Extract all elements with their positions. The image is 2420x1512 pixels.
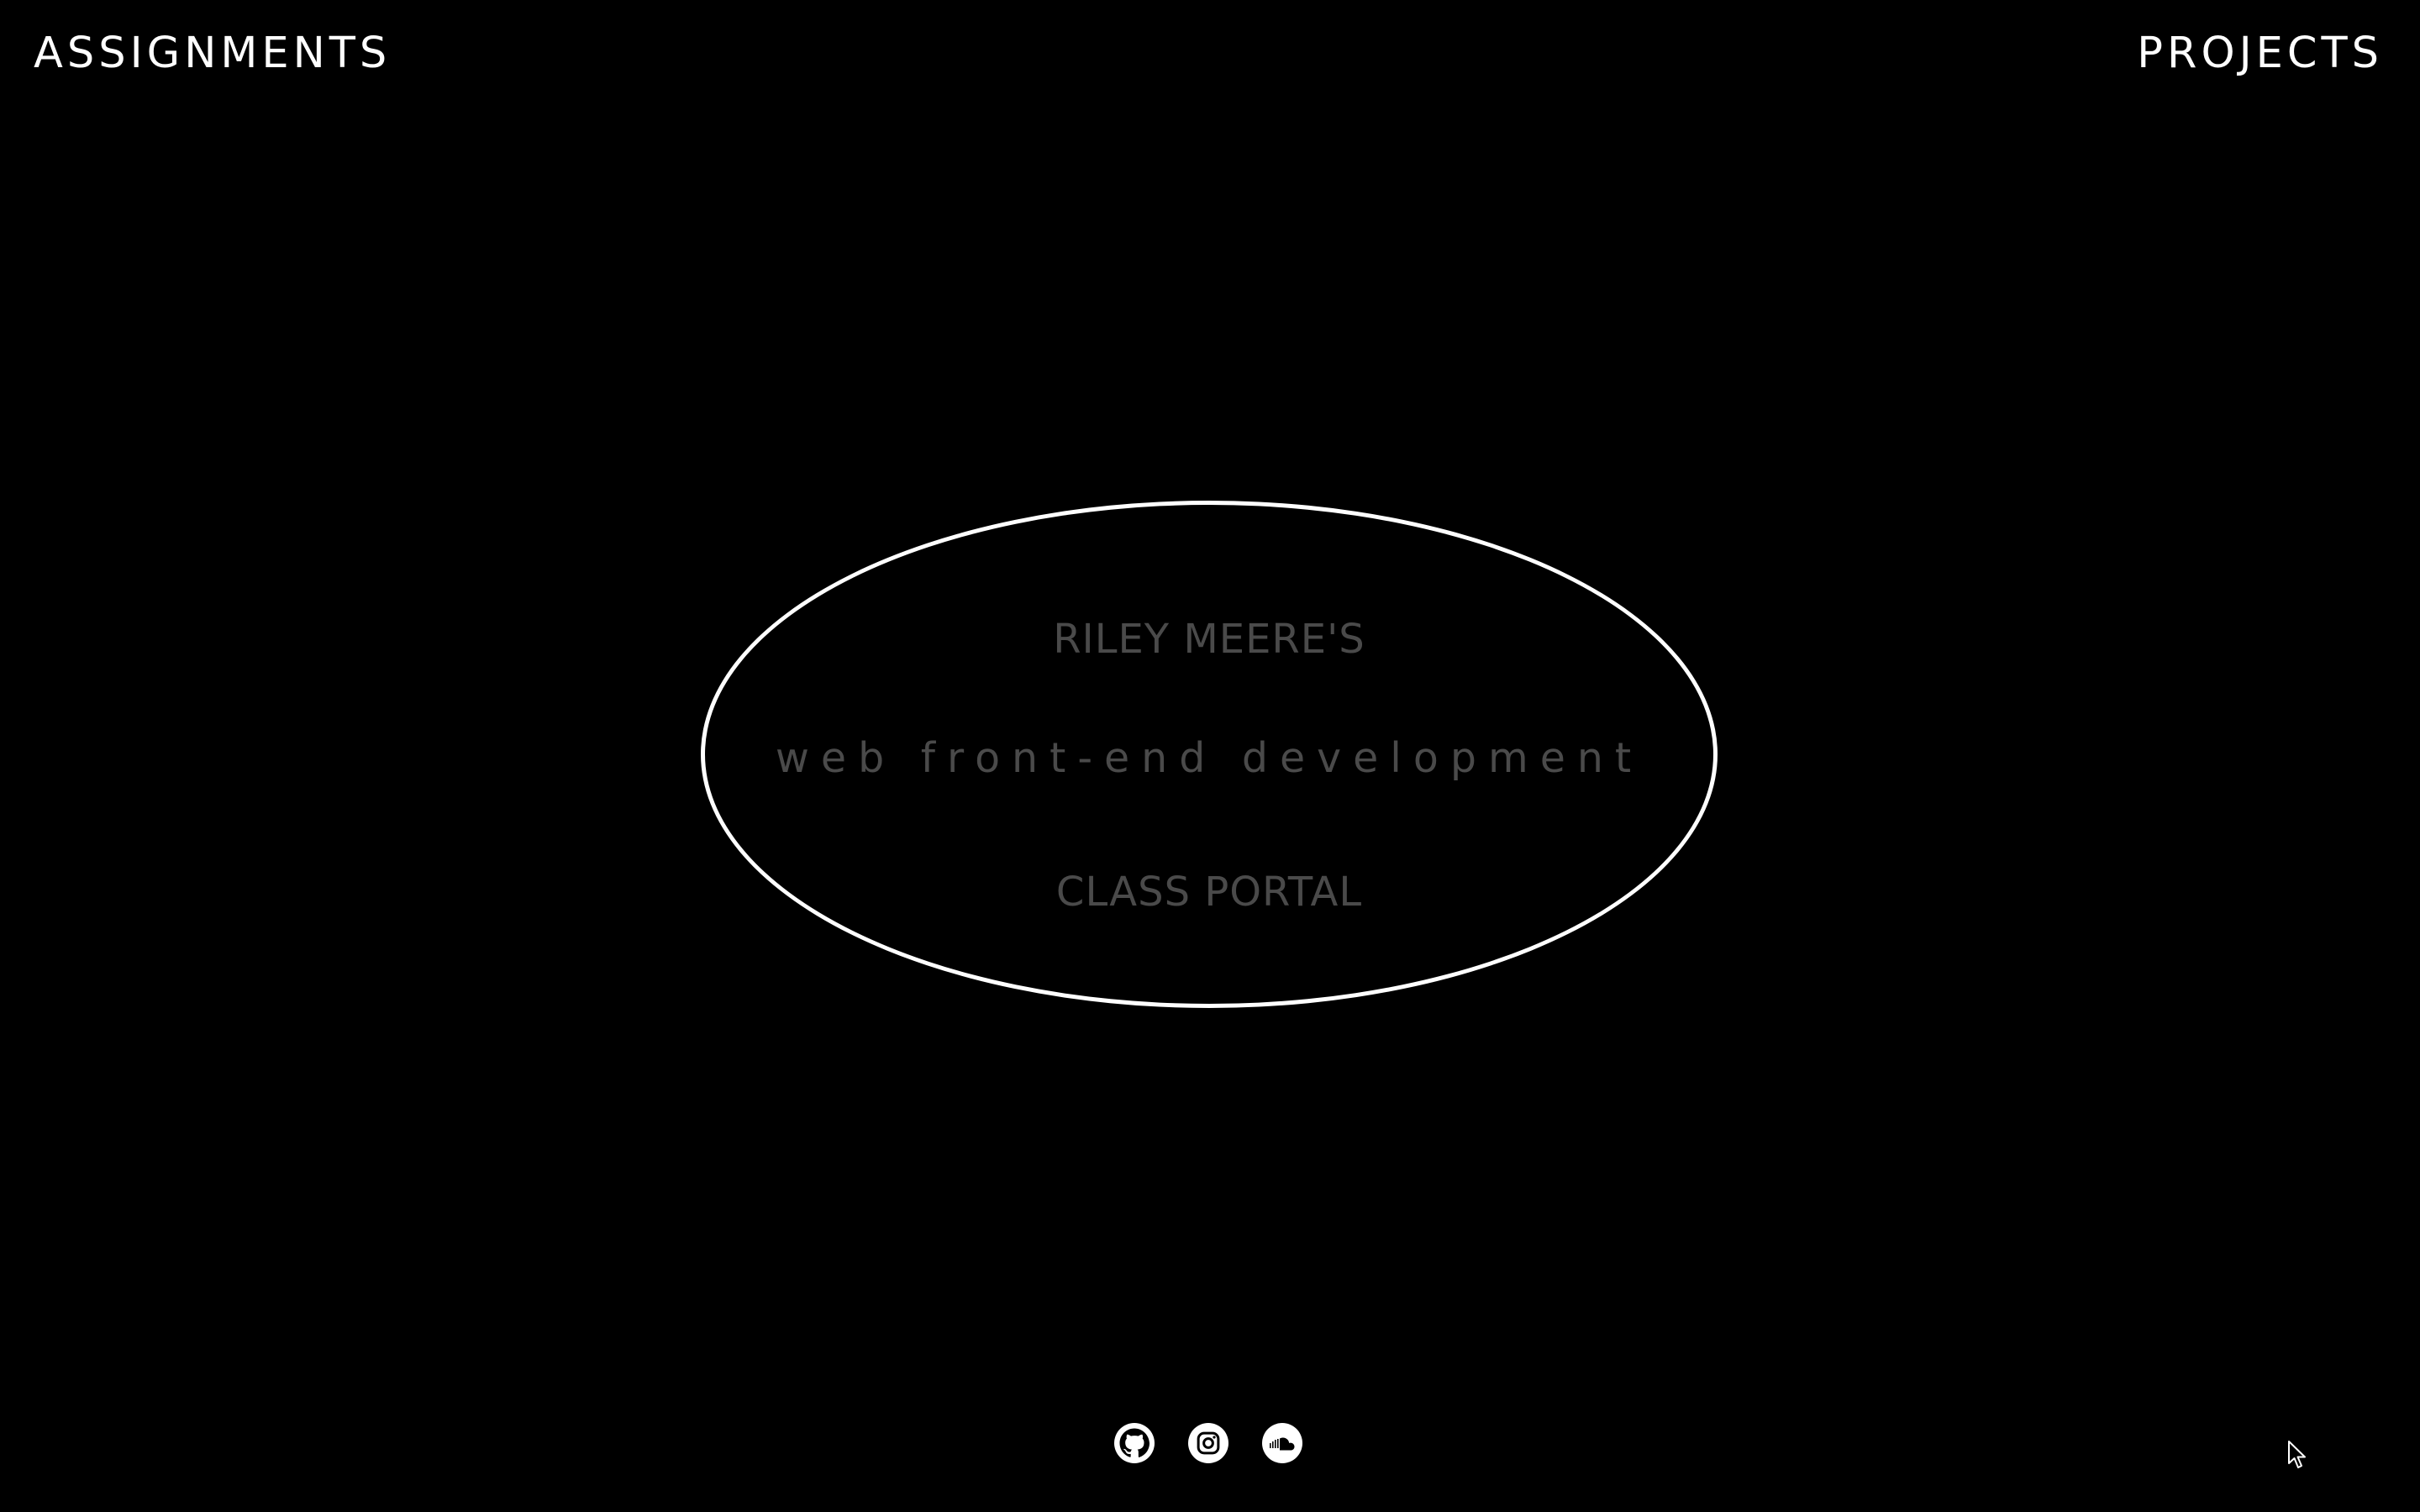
instagram-icon xyxy=(1196,1431,1221,1456)
hero-ellipse: RILEY MEERE'S web front-end development … xyxy=(701,501,1718,1008)
nav-assignments-link[interactable]: ASSIGNMENTS xyxy=(34,29,391,79)
instagram-link[interactable] xyxy=(1188,1423,1228,1463)
hero-title-portal: CLASS PORTAL xyxy=(1055,869,1363,916)
github-link[interactable] xyxy=(1114,1423,1155,1463)
hero-subtitle: web front-end development xyxy=(775,734,1644,782)
github-icon xyxy=(1118,1426,1151,1460)
nav-projects-link[interactable]: PROJECTS xyxy=(2137,29,2383,79)
soundcloud-link[interactable] xyxy=(1262,1423,1302,1463)
hero-title-owner: RILEY MEERE'S xyxy=(1053,616,1365,663)
soundcloud-icon xyxy=(1269,1435,1296,1452)
mouse-cursor-icon xyxy=(2287,1440,2309,1473)
social-links xyxy=(1114,1423,1302,1463)
